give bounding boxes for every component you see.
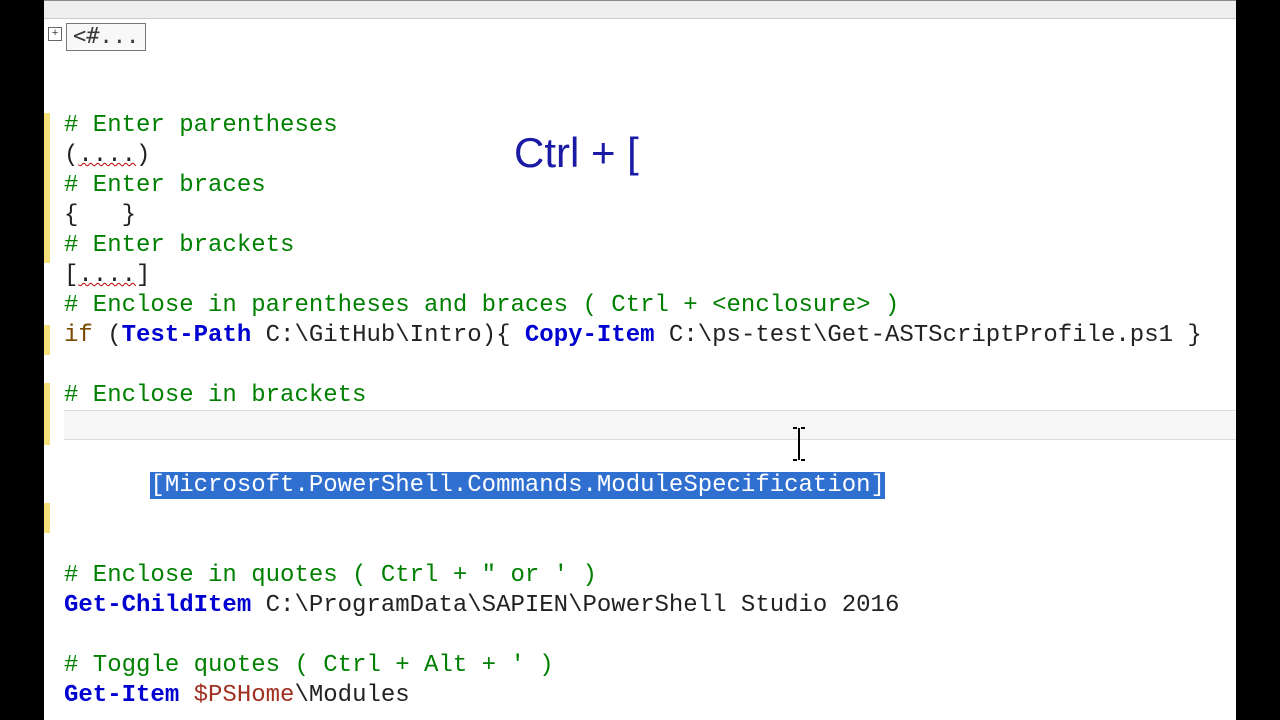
folded-block-badge[interactable]: <#...: [66, 23, 146, 51]
line-braces[interactable]: { }: [64, 201, 1236, 231]
comment-toggle-quotes: # Toggle quotes ( Ctrl + Alt + ' ): [64, 652, 554, 679]
line-get-item[interactable]: Get-Item $PSHome\Modules: [64, 681, 1236, 711]
line-brackets[interactable]: [....]: [64, 261, 1236, 291]
selection: [Microsoft.PowerShell.Commands.ModuleSpe…: [150, 472, 885, 499]
shortcut-overlay: Ctrl + [: [514, 129, 639, 177]
editor-top-chrome: [44, 1, 1236, 19]
expand-fold-button[interactable]: +: [48, 27, 62, 41]
code-area[interactable]: # Enter parentheses (....) # Enter brace…: [52, 51, 1236, 720]
comment-enclose-quotes: # Enclose in quotes ( Ctrl + " or ' ): [64, 562, 597, 589]
fold-row: + <#...: [44, 19, 1236, 53]
line-get-childitem[interactable]: Get-ChildItem C:\ProgramData\SAPIEN\Powe…: [64, 591, 1236, 621]
comment-enclose-parens-braces: # Enclose in parentheses and braces ( Ct…: [64, 292, 899, 319]
comment-enter-braces: # Enter braces: [64, 172, 266, 199]
line-parens[interactable]: (....): [64, 141, 1236, 171]
text-caret-pointer-icon: [792, 427, 794, 459]
change-gutter: [44, 53, 50, 683]
comment-enclose-brackets: # Enclose in brackets: [64, 382, 366, 409]
comment-enter-brackets: # Enter brackets: [64, 232, 294, 259]
comment-enter-parens: # Enter parentheses: [64, 112, 338, 139]
line-if-copyitem[interactable]: if (Test-Path C:\GitHub\Intro){ Copy-Ite…: [64, 321, 1236, 351]
editor-pane[interactable]: + <#... # Enter parentheses (....) # Ent…: [44, 0, 1236, 720]
current-line[interactable]: [Microsoft.PowerShell.Commands.ModuleSpe…: [64, 411, 1236, 531]
